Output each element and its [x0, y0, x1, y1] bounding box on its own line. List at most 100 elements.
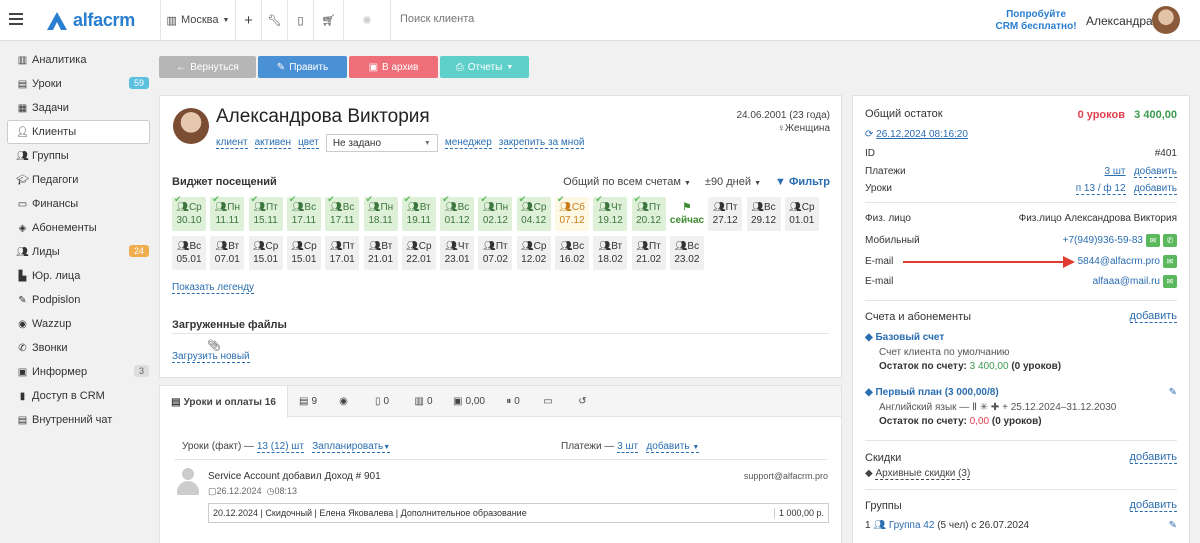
tab-7[interactable]: ▭	[533, 386, 566, 417]
attendance-tile[interactable]: 👥︎Пт 07.02	[478, 236, 513, 270]
add-payment-link[interactable]: добавить	[1133, 166, 1177, 178]
sidebar-item-9[interactable]: ▙ Юр. лица	[0, 264, 157, 288]
attendance-tile[interactable]: ✔ 👥︎Чт 19.12	[593, 194, 628, 231]
attendance-tile[interactable]: 👥︎Пт 21.02	[631, 236, 666, 270]
sidebar-item-0[interactable]: ▥ Аналитика	[0, 48, 157, 72]
tab-1[interactable]: ▤ 9	[288, 386, 328, 417]
add-payment-link[interactable]: добавить ▼	[646, 441, 700, 453]
attendance-tile[interactable]: 👥︎Вс 05.01	[172, 236, 206, 270]
attendance-tile[interactable]: 👥︎Ср 22.01	[401, 236, 436, 270]
sidebar-item-12[interactable]: ✆ Звонки	[0, 336, 157, 360]
payments-count[interactable]: 3 шт	[1105, 166, 1126, 177]
logo[interactable]: alfacrm	[46, 10, 135, 31]
sms-icon[interactable]: ✉	[1146, 234, 1160, 247]
manager-link[interactable]: менеджер	[444, 137, 492, 149]
tab-8[interactable]: ↺	[566, 386, 602, 417]
user-avatar[interactable]	[1152, 6, 1180, 34]
sidebar-item-5[interactable]: 🎓︎ Педагоги	[0, 168, 157, 192]
sidebar-item-15[interactable]: ▤ Внутренний чат	[0, 408, 157, 432]
sidebar-item-1[interactable]: ▤ Уроки 59	[0, 72, 157, 96]
mail-icon[interactable]: ✉	[1163, 255, 1177, 268]
call-icon[interactable]: ✆	[1163, 234, 1177, 247]
city-selector[interactable]: ▥ Москва ▼	[160, 0, 235, 40]
sidebar-item-7[interactable]: ◈ Абонементы	[0, 216, 157, 240]
attendance-tile[interactable]: ✔ 👥︎Пн 02.12	[478, 194, 513, 231]
sidebar-item-4[interactable]: 👥︎ Группы	[0, 144, 157, 168]
add-icon[interactable]: +	[235, 0, 261, 40]
edit-plan-icon[interactable]: ✎	[1169, 387, 1177, 398]
mail-icon[interactable]: ✉	[1163, 275, 1177, 288]
add-lesson-link[interactable]: добавить	[1133, 183, 1177, 195]
attendance-tile[interactable]: ✔ 👥︎Пн 11.11	[210, 194, 245, 231]
payments-count-link[interactable]: 3 шт	[617, 441, 639, 453]
balance-updated[interactable]: ⟳ 26.12.2024 08:16:20	[865, 129, 968, 140]
attendance-tile[interactable]: 👥︎Вт 18.02	[593, 236, 628, 270]
tab-5[interactable]: ▣ 0,00	[445, 386, 493, 417]
search-box[interactable]	[400, 13, 700, 25]
attendance-tile[interactable]: ✔ 👥︎Вс 01.12	[440, 194, 475, 231]
attendance-tile[interactable]: 👥︎Вс 23.02	[669, 236, 704, 270]
sidebar-item-14[interactable]: ▮ Доступ в CRM	[0, 384, 157, 408]
attendance-tile[interactable]: 👥︎Пт 27.12	[708, 197, 743, 231]
feed-detail-row[interactable]: 20.12.2024 | Скидочный | Елена Яковалева…	[208, 503, 829, 523]
tablet-icon[interactable]: ▯	[287, 0, 313, 40]
add-group-link[interactable]: добавить	[1129, 499, 1177, 512]
attendance-tile[interactable]: ✔ 👥︎Вс 17.11	[325, 194, 360, 231]
scope-dropdown[interactable]: Общий по всем счетам ▼	[563, 176, 691, 188]
lessons-value[interactable]: п 13 / ф 12	[1075, 183, 1126, 195]
tab-6[interactable]: ⏸︎ 0	[493, 386, 533, 417]
client-type-link[interactable]: клиент	[216, 137, 248, 149]
tab-0[interactable]: ▤ Уроки и оплаты 16	[160, 386, 288, 418]
tab-4[interactable]: ▥ 0	[402, 386, 445, 417]
sidebar-item-10[interactable]: ✎ Podpislon	[0, 288, 157, 312]
attendance-tile[interactable]: 👥︎Вс 16.02	[555, 236, 589, 270]
edit-group-icon[interactable]: ✎	[1169, 520, 1177, 531]
search-input[interactable]	[400, 13, 700, 25]
plan-lesson-link[interactable]: Запланировать▼	[312, 441, 391, 453]
attendance-tile[interactable]: 👥︎Вт 21.01	[363, 236, 398, 270]
attendance-tile[interactable]: ✔ 👥︎Ср 30.10	[172, 194, 206, 231]
sidebar-item-2[interactable]: ▦ Задачи	[0, 96, 157, 120]
attendance-tile[interactable]: ⚑ сейчас	[669, 197, 704, 231]
attendance-tile[interactable]: ✔ 👥︎Вт 19.11	[401, 194, 436, 231]
filter-button[interactable]: ▼ Фильтр	[775, 176, 830, 188]
attendance-tile[interactable]: ✔ 👥︎Ср 04.12	[516, 194, 551, 231]
attendance-tile[interactable]: 👥︎Чт 23.01	[440, 236, 475, 270]
attendance-tile[interactable]: 👥︎Ср 12.02	[516, 236, 551, 270]
lessons-count-link[interactable]: 13 (12) шт	[256, 441, 304, 453]
tab-2[interactable]: ◉	[328, 386, 362, 417]
plan-account[interactable]: ◆ Первый план (3 000,00/8)	[865, 387, 999, 398]
mobile-link[interactable]: +7(949)936-59-83	[1063, 235, 1143, 246]
client-status-link[interactable]: активен	[254, 137, 292, 149]
email1-link[interactable]: 5844@alfacrm.pro	[1078, 256, 1160, 267]
attendance-tile[interactable]: 👥︎Ср 15.01	[286, 236, 321, 270]
attendance-tile[interactable]: ✔ 👥︎Пт 15.11	[248, 194, 283, 231]
tab-3[interactable]: ▯ 0	[362, 386, 402, 417]
attendance-tile[interactable]: ✔ 👥︎Вс 17.11	[286, 194, 321, 231]
sidebar-item-3[interactable]: 👤︎ Клиенты	[7, 120, 150, 144]
attendance-tile[interactable]: 👥︎Пт 17.01	[325, 236, 360, 270]
try-crm-link[interactable]: Попробуйте CRM бесплатно!	[992, 9, 1080, 33]
show-legend-link[interactable]: Показать легенду	[172, 282, 255, 294]
cart-icon[interactable]: 🛒︎	[313, 0, 343, 40]
sidebar-item-13[interactable]: ▣ Информер 3	[0, 360, 157, 384]
menu-icon[interactable]	[9, 13, 23, 25]
upload-link[interactable]: Загрузить новый	[172, 351, 250, 363]
attendance-tile[interactable]: ✔ 👥︎Пт 20.12	[631, 194, 666, 231]
archive-discounts[interactable]: ◆ Архивные скидки (3)	[865, 468, 971, 480]
base-account[interactable]: ◆ Базовый счет	[865, 332, 944, 343]
edit-button[interactable]: ✎ Править	[258, 56, 347, 78]
sidebar-item-11[interactable]: ◉ Wazzup	[0, 312, 157, 336]
attendance-tile[interactable]: 👥︎Вт 07.01	[210, 236, 245, 270]
pin-to-me-link[interactable]: закрепить за мной	[498, 137, 585, 149]
back-button[interactable]: ← Вернуться	[159, 56, 256, 78]
range-dropdown[interactable]: ±90 дней ▼	[705, 176, 761, 188]
add-account-link[interactable]: добавить	[1129, 310, 1177, 323]
attendance-tile[interactable]: 👥︎Вс 29.12	[746, 197, 781, 231]
email2-link[interactable]: alfaaa@mail.ru	[1093, 276, 1160, 287]
attendance-tile[interactable]: ✔ 👥︎Сб 07.12	[555, 194, 589, 231]
add-discount-link[interactable]: добавить	[1129, 451, 1177, 464]
wrench-icon[interactable]: 🔧︎	[261, 0, 287, 40]
reports-button[interactable]: ⎙ Отчеты ▼	[440, 56, 529, 78]
user-name[interactable]: Александра	[1086, 14, 1153, 28]
